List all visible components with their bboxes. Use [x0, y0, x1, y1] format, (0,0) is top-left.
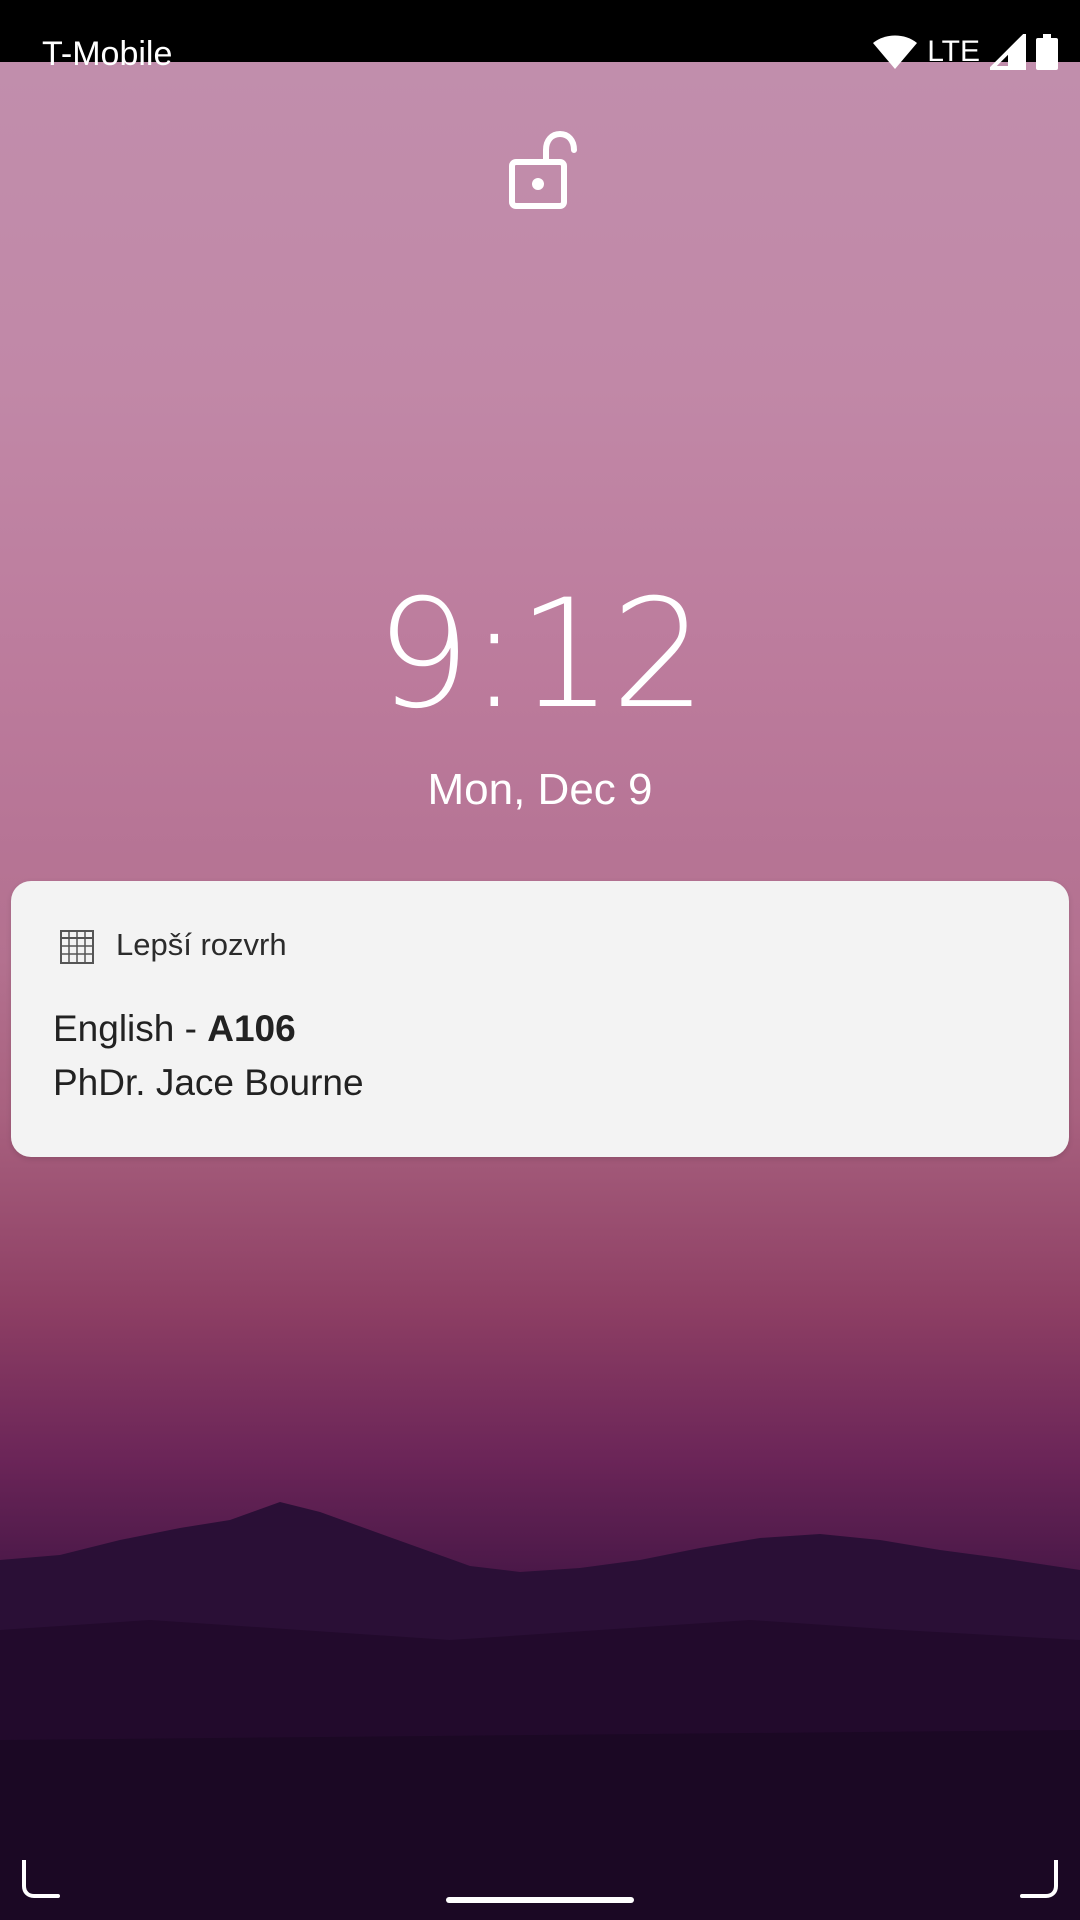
- unlocked-padlock-icon[interactable]: [508, 130, 580, 210]
- notification-room: A106: [207, 1008, 296, 1049]
- cell-signal-icon: [990, 34, 1026, 70]
- wifi-icon: [873, 35, 918, 69]
- battery-icon: [1036, 34, 1058, 70]
- bottom-left-shortcut-icon[interactable]: [20, 1860, 60, 1900]
- lockscreen-date: Mon, Dec 9: [427, 765, 653, 814]
- carrier-name: T-Mobile: [42, 35, 173, 73]
- notification-text: PhDr. Jace Bourne: [53, 1062, 364, 1103]
- network-type-label: LTE: [927, 35, 980, 68]
- lockscreen-clock: 9:12: [375, 568, 707, 742]
- bottom-right-shortcut-icon[interactable]: [1020, 1860, 1060, 1900]
- notification-subject: English -: [53, 1008, 208, 1049]
- notification-app-name: Lepší rozvrh: [116, 927, 287, 962]
- calendar-grid-icon: [60, 930, 94, 964]
- lock-screen: T-Mobile LTE 9:12 Mon, Dec 9 Lepší rozvr…: [0, 0, 1080, 1920]
- home-indicator[interactable]: [446, 1897, 634, 1903]
- notification-title: English - A106: [53, 1005, 296, 1053]
- status-icons: LTE: [873, 32, 1058, 72]
- status-bar: T-Mobile LTE: [0, 0, 1080, 73]
- notification-card[interactable]: Lepší rozvrh English - A106 PhDr. Jace B…: [11, 881, 1069, 1157]
- wallpaper-mountains: [0, 1502, 1080, 1920]
